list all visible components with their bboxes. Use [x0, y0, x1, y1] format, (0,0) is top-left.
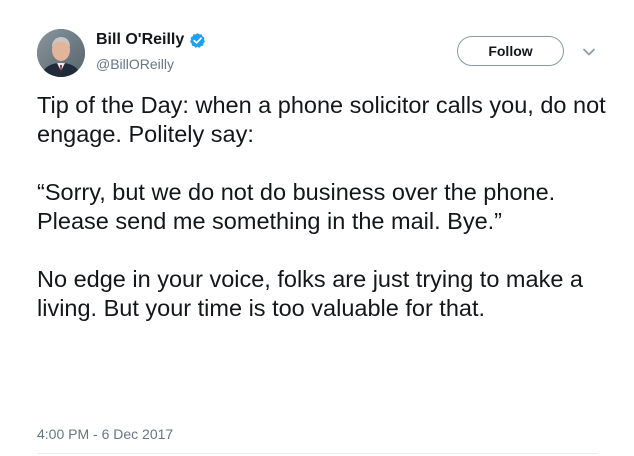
avatar[interactable]: [37, 29, 85, 77]
follow-button[interactable]: Follow: [457, 36, 564, 66]
tweet-timestamp[interactable]: 4:00 PM - 6 Dec 2017: [37, 426, 173, 442]
verified-badge-icon: [189, 32, 206, 49]
author-name[interactable]: Bill O'Reilly: [96, 31, 206, 49]
tweet-paragraph: “Sorry, but we do not do business over t…: [37, 179, 556, 234]
chevron-down-icon[interactable]: [582, 44, 596, 56]
author-name-text[interactable]: Bill O'Reilly: [96, 31, 184, 49]
tweet-text: Tip of the Day: when a phone solicitor c…: [37, 91, 607, 323]
divider: [37, 453, 598, 454]
author-handle[interactable]: @BillOReilly: [96, 56, 174, 72]
tweet-paragraph: Tip of the Day: when a phone solicitor c…: [37, 92, 606, 147]
tweet-card: Bill O'Reilly @BillOReilly Follow Tip of…: [0, 0, 634, 456]
tweet-paragraph: No edge in your voice, folks are just tr…: [37, 266, 583, 321]
